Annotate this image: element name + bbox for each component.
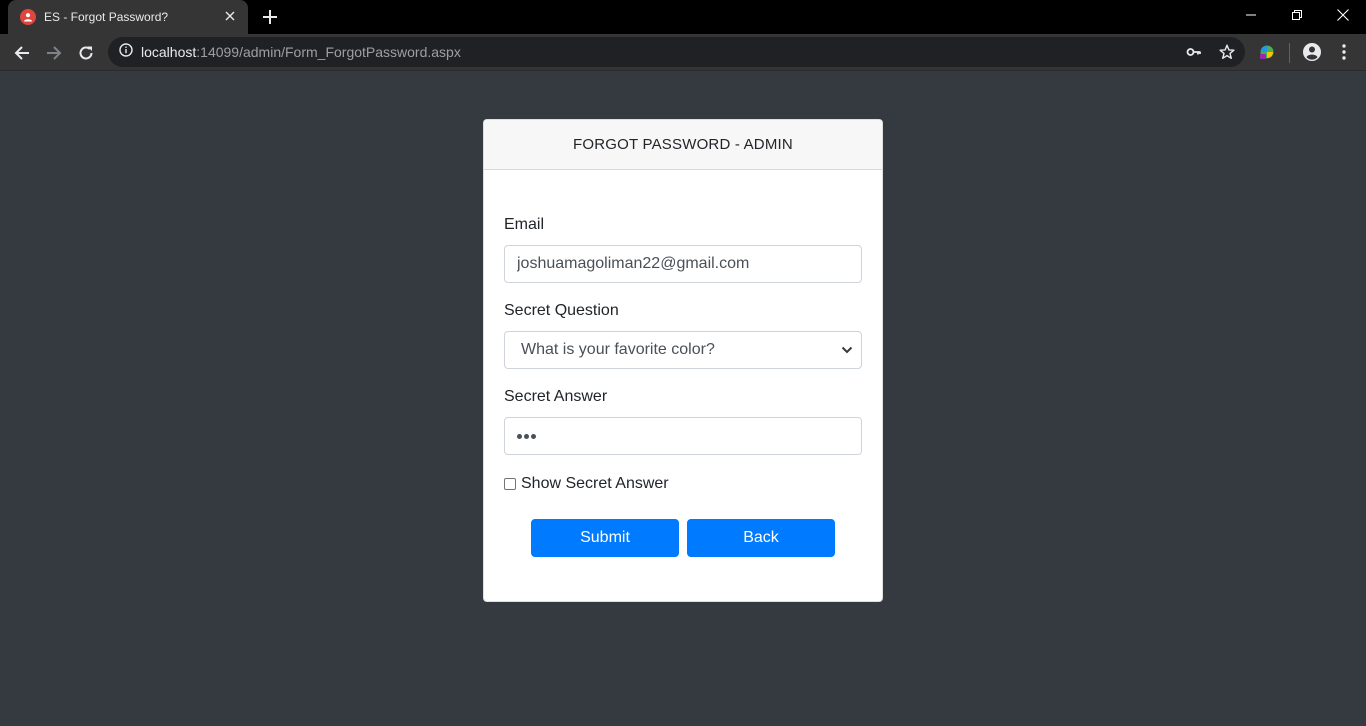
password-mask-dot [524,433,529,439]
password-mask-dot [531,433,536,439]
browser-titlebar: ES - Forgot Password? [0,0,1366,34]
forgot-password-card: FORGOT PASSWORD - ADMIN Email Secret Que… [483,119,883,602]
url-text[interactable]: localhost:14099/admin/Form_ForgotPasswor… [141,44,461,60]
browser-toolbar: localhost:14099/admin/Form_ForgotPasswor… [0,34,1366,71]
site-info-icon[interactable] [119,42,133,62]
address-bar[interactable]: localhost:14099/admin/Form_ForgotPasswor… [108,37,1245,67]
extension-icon[interactable] [1255,40,1279,64]
url-path: :14099/admin/Form_ForgotPassword.aspx [196,44,461,60]
restore-window-icon[interactable] [1274,0,1320,30]
secret-answer-label: Secret Answer [504,388,608,405]
password-mask [517,433,536,439]
url-host: localhost [141,44,197,60]
back-button[interactable]: Back [687,519,835,557]
new-tab-plus-icon[interactable] [258,5,282,29]
secret-answer-field[interactable] [504,417,862,455]
show-answer-checkbox[interactable] [504,478,516,490]
chevron-down-icon [841,341,853,359]
show-answer-label[interactable]: Show Secret Answer [521,475,669,493]
more-vert-icon[interactable] [1332,40,1356,64]
card-title: FORGOT PASSWORD - ADMIN [484,120,882,170]
star-icon[interactable] [1219,44,1235,60]
submit-button[interactable]: Submit [531,519,679,557]
forward-arrow-icon[interactable] [41,40,67,66]
browser-tab-active[interactable]: ES - Forgot Password? [8,0,248,34]
minimize-window-icon[interactable] [1228,0,1274,30]
tab-close-icon[interactable] [222,8,238,26]
key-icon[interactable] [1186,44,1202,60]
close-window-icon[interactable] [1320,0,1366,30]
user-favicon-icon [20,9,36,25]
reload-icon[interactable] [73,40,99,66]
show-answer-row: Show Secret Answer [504,475,669,493]
password-mask-dot [517,433,522,439]
tab-title: ES - Forgot Password? [44,10,169,24]
secret-question-label: Secret Question [504,302,619,319]
account-circle-icon[interactable] [1300,40,1324,64]
email-label: Email [504,216,545,233]
toolbar-divider [1289,43,1290,63]
secret-question-selected: What is your favorite color? [521,341,715,358]
back-arrow-icon[interactable] [9,40,35,66]
email-field[interactable] [504,245,862,283]
secret-question-select[interactable]: What is your favorite color? [504,331,862,369]
